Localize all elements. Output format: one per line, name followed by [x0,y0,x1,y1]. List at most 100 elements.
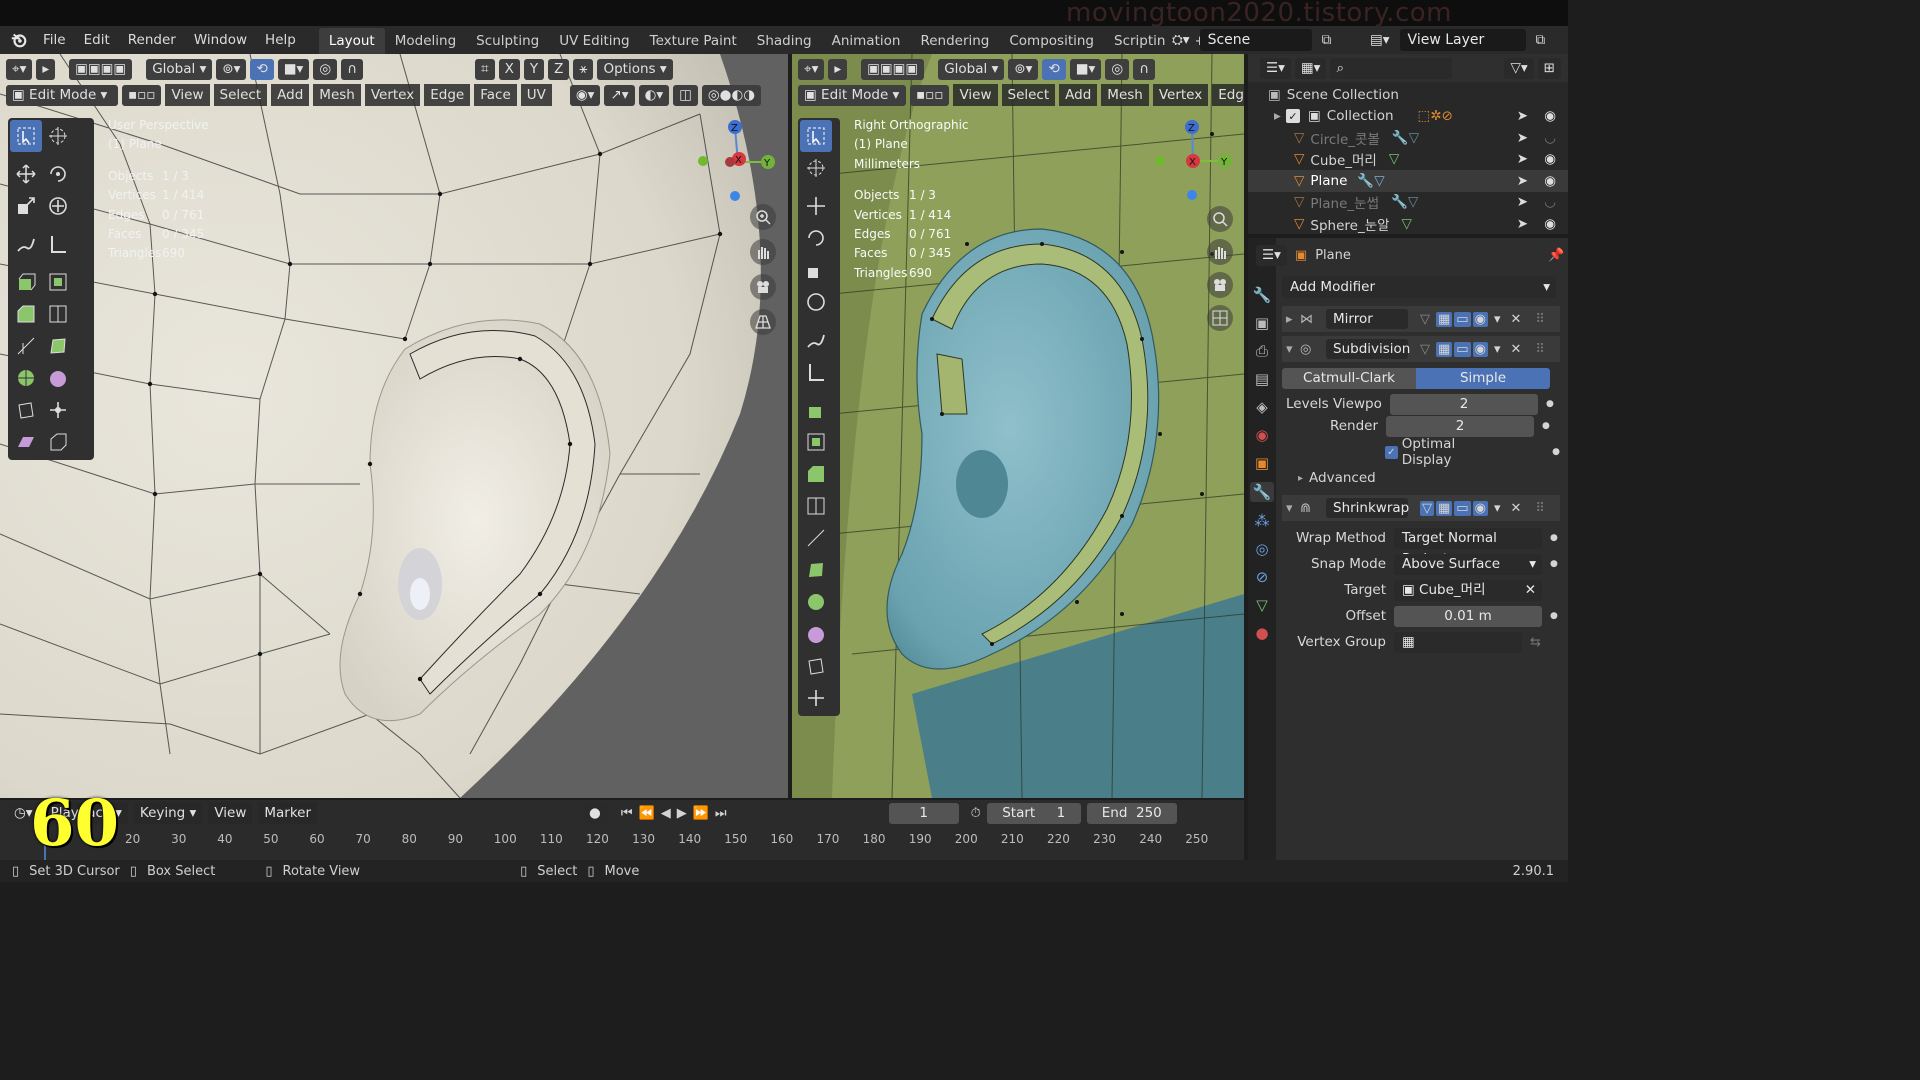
remove-modifier-icon[interactable]: ✕ [1510,501,1521,516]
bevel-tool[interactable] [10,298,42,330]
menu-uv[interactable]: UV [520,84,552,106]
outliner-item-selected[interactable]: ▽ Plane 🔧▽ ➤ ◉ [1248,170,1568,192]
axis-y-toggle[interactable]: Y [523,58,545,80]
menu-vertex[interactable]: Vertex [364,84,421,106]
select-mode-icon[interactable]: ▸ [828,58,848,80]
menu-mesh[interactable]: Mesh [313,84,361,106]
shrinkwrap-modifier-header[interactable]: ▾ ⋒ Shrinkwrap ▽ ▦ ▭ ◉ ▾ ✕ ⠿ [1282,495,1560,521]
transform-orientation-dropdown[interactable]: Global ▾ [938,58,1005,80]
scene-tab-icon[interactable]: ◈ [1256,398,1268,416]
menu-vertex[interactable]: Vertex [1152,84,1209,106]
view-layer-icon[interactable]: ▤▾ [1364,29,1396,51]
right-3d-viewport[interactable]: ⌖▾ ▸ ▣▣▣▣ Global ▾ ⊚▾ ⟲ ■▾ ◎ ∩ ▣ Edit Mo… [792,54,1244,798]
select-box-tool[interactable] [10,120,42,152]
render-toggle-icon[interactable]: ◉ [1472,311,1488,327]
select-vertex-edge-face-icons[interactable]: ▪▫▫ [122,84,162,106]
rotate-tool[interactable] [800,222,832,254]
invert-icon[interactable]: ⇆ [1530,635,1541,650]
perspective-grid-icon[interactable] [750,309,776,335]
snap-target-icon[interactable]: ■▾ [1069,58,1102,80]
collapse-arrow-icon[interactable]: ▾ [1282,501,1300,516]
target-field[interactable]: ▣ Cube_머리 ✕ [1394,579,1542,601]
selectable-arrow-icon[interactable]: ➤ [1517,130,1528,146]
knife-tool[interactable] [10,330,42,362]
shading-modes-icon[interactable]: ◎●◐◑ [701,84,761,106]
menu-view[interactable]: View [953,84,998,106]
outliner-item[interactable]: ▽ Plane_눈썹 🔧▽ ➤ ◡ [1248,192,1568,214]
blender-logo-icon[interactable] [10,31,28,49]
select-mode-icon[interactable]: ▸ [36,58,56,80]
visibility-icon[interactable]: ◉▾ [569,84,601,106]
menu-face[interactable]: Face [474,84,517,106]
selectable-arrow-icon[interactable]: ➤ [1517,108,1528,124]
pivot-icon[interactable]: ⊚▾ [216,58,247,80]
simple-option[interactable]: Simple [1416,368,1550,389]
axis-x-toggle[interactable]: X [498,58,520,80]
animate-dot-icon[interactable]: ● [1542,421,1550,431]
tab-layout[interactable]: Layout [318,28,385,54]
clear-target-icon[interactable]: ✕ [1525,580,1542,601]
menu-view[interactable]: View [165,84,210,106]
drag-handle-icon[interactable]: ⠿ [1535,501,1545,516]
cursor-tool[interactable] [42,120,74,152]
zoom-icon[interactable] [1207,206,1233,232]
outliner-collection-row[interactable]: ▸ ✓ ▣ Collection ⬚✲⊘ ➤ ◉ [1248,106,1568,128]
measure-tool[interactable] [800,356,832,388]
output-tab-icon[interactable]: ⎙ [1256,342,1268,360]
vertex-group-field[interactable]: ▦ [1394,631,1522,653]
shrink-fatten-tool[interactable] [42,394,74,426]
render-levels-field[interactable]: 2 [1386,415,1534,437]
expand-arrow-icon[interactable]: ▸ [1282,473,1303,484]
menu-window[interactable]: Window [185,26,256,54]
hidden-eye-icon[interactable]: ◡ [1544,130,1556,146]
rip-tool[interactable] [42,426,74,458]
mirror-axis-icon[interactable]: ⌗ [474,58,495,80]
selection-box-icons[interactable]: ▣▣▣▣ [69,58,133,80]
menu-mesh[interactable]: Mesh [1101,84,1149,106]
scale-tool[interactable] [800,254,832,286]
transform-tool[interactable] [800,286,832,318]
tab-sculpting[interactable]: Sculpting [466,28,549,54]
new-collection-icon[interactable]: ⊞ [1537,57,1561,79]
select-vertex-edge-face-icons[interactable]: ▪▫▫ [910,84,950,106]
menu-select[interactable]: Select [213,84,268,106]
navigation-gizmo[interactable]: Z Y X [690,116,780,206]
add-modifier-dropdown[interactable]: Add Modifier ▾ [1282,276,1556,298]
remove-modifier-icon[interactable]: ✕ [1510,342,1521,357]
loop-cut-tool[interactable] [42,298,74,330]
selectable-arrow-icon[interactable]: ➤ [1517,173,1528,189]
render-tab-icon[interactable]: ▣ [1255,314,1269,332]
shear-tool[interactable] [10,426,42,458]
exclude-checkbox[interactable]: ✓ [1286,109,1300,124]
editmode-toggle-icon[interactable]: ▦ [1436,500,1453,516]
snap-icon[interactable]: ⟲ [1042,58,1066,80]
selectable-arrow-icon[interactable]: ➤ [1517,194,1528,210]
move-tool[interactable] [800,190,832,222]
editmode-toggle-icon[interactable]: ▦ [1436,311,1453,327]
navigation-gizmo[interactable]: Z Y X [1140,116,1235,206]
menu-edit[interactable]: Edit [75,26,119,54]
properties-editor-icon[interactable]: ☰▾ [1256,244,1287,266]
world-tab-icon[interactable]: ◉ [1255,426,1268,444]
shrinkwrap-name-field[interactable]: Shrinkwrap [1326,498,1409,518]
collapse-arrow-icon[interactable]: ▾ [1282,342,1300,357]
on-cage-icon[interactable]: ▽ [1420,500,1434,516]
modifier-menu-icon[interactable]: ▾ [1494,342,1501,357]
spin-tool[interactable] [10,362,42,394]
mirror-modifier-header[interactable]: ▸ ⋈ Mirror ▽ ▦ ▭ ◉ ▾ ✕ ⠿ [1282,306,1560,332]
edge-slide-tool[interactable] [800,650,832,682]
poly-build-tool[interactable] [42,330,74,362]
visibility-eye-icon[interactable]: ◉ [1544,151,1556,167]
zoom-icon[interactable] [750,204,776,230]
render-toggle-icon[interactable]: ◉ [1472,500,1488,516]
visibility-eye-icon[interactable]: ◉ [1544,108,1556,124]
new-view-layer-icon[interactable]: ⧉ [1529,29,1552,51]
on-cage-icon[interactable]: ▽ [1420,312,1430,327]
scene-name-field[interactable]: Scene [1199,29,1312,51]
hidden-eye-icon[interactable]: ◡ [1544,194,1556,210]
pivot-icon[interactable]: ⊚▾ [1008,58,1039,80]
on-cage-icon[interactable]: ▽ [1420,342,1430,357]
new-scene-icon[interactable]: ⧉ [1315,29,1338,51]
menu-add[interactable]: Add [1059,84,1098,106]
expand-arrow-icon[interactable]: ▸ [1274,108,1286,124]
